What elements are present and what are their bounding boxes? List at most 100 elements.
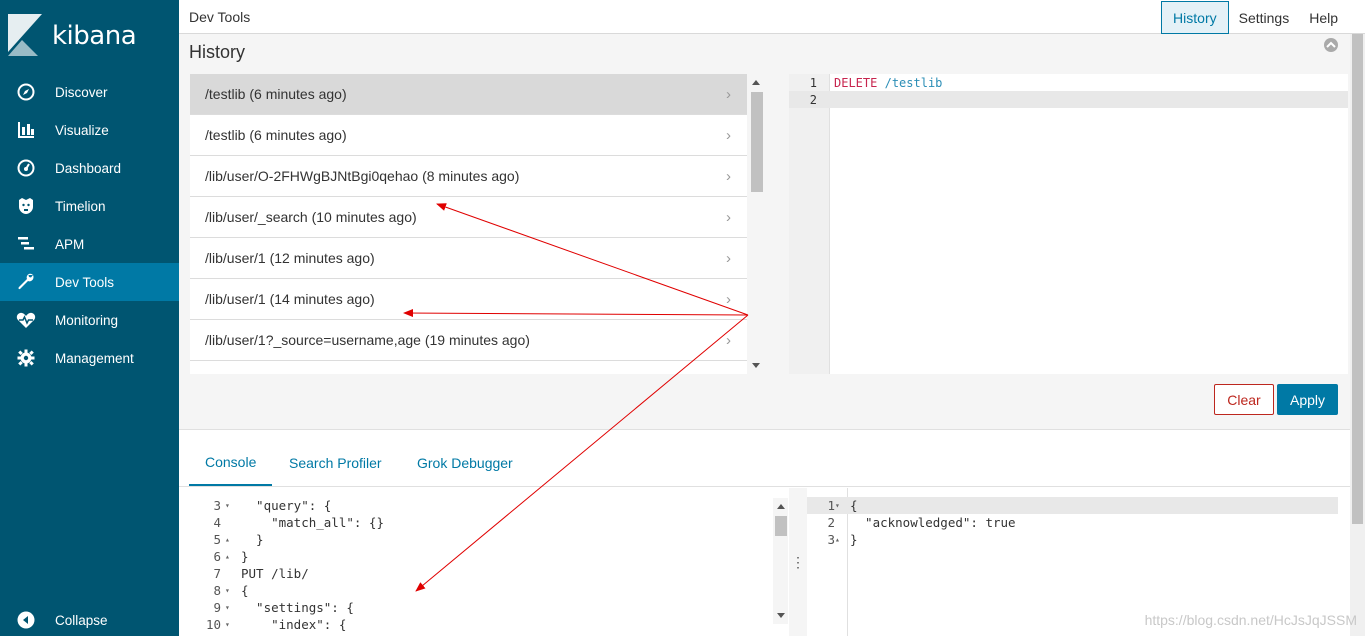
tab-grok-debugger[interactable]: Grok Debugger — [401, 440, 529, 486]
scroll-up-icon[interactable] — [752, 80, 760, 85]
scroll-down-icon[interactable] — [777, 613, 785, 618]
sidebar-item-label: APM — [55, 236, 85, 252]
logo[interactable]: kibana — [8, 14, 137, 58]
scroll-up-icon[interactable] — [777, 504, 785, 509]
output-code: { — [850, 498, 858, 513]
history-item-label: /testlib (6 minutes ago) — [205, 127, 347, 143]
preview-code: DELETE /testlib — [834, 76, 942, 90]
settings-button[interactable]: Settings — [1229, 1, 1300, 34]
output-code: "acknowledged": true — [850, 515, 1016, 530]
history-item[interactable]: /testlib (6 minutes ago) › — [190, 74, 747, 115]
help-button[interactable]: Help — [1299, 1, 1348, 34]
tab-search-profiler[interactable]: Search Profiler — [273, 440, 398, 486]
fold-toggle[interactable]: ▴ — [225, 535, 235, 544]
history-item-label: /lib/user/1 (12 minutes ago) — [205, 250, 375, 266]
editor-line: 8 ▾ { — [179, 582, 249, 599]
fold-toggle[interactable]: ▾ — [225, 501, 235, 510]
scrollbar-thumb[interactable] — [1352, 34, 1363, 524]
editor-line: 4 "match_all": {} — [179, 514, 384, 531]
sidebar-item-label: Dev Tools — [55, 274, 115, 290]
sidebar-item-label: Discover — [55, 84, 108, 100]
sidebar-item-monitoring[interactable]: Monitoring — [0, 301, 179, 339]
editor-line: 6 ▴ } — [179, 548, 249, 565]
dashboard-icon — [16, 158, 36, 178]
fold-toggle[interactable]: ▾ — [835, 501, 845, 510]
history-scrollbar[interactable] — [748, 74, 763, 374]
sidebar-item-label: Visualize — [55, 122, 109, 138]
fold-toggle[interactable]: ▾ — [225, 620, 235, 629]
timelion-icon — [16, 196, 36, 216]
sidebar-item-management[interactable]: Management — [0, 339, 179, 377]
history-list: /testlib (6 minutes ago) › /testlib (6 m… — [190, 74, 747, 374]
http-method: DELETE — [834, 75, 878, 90]
collapse-button[interactable]: Collapse — [0, 601, 179, 636]
sidebar-item-label: Timelion — [55, 198, 106, 214]
sidebar-item-apm[interactable]: APM — [0, 225, 179, 263]
history-item[interactable]: /testlib (6 minutes ago) › — [190, 115, 747, 156]
top-nav: History Settings Help — [1161, 1, 1348, 34]
fold-toggle[interactable]: ▾ — [225, 603, 235, 612]
editor-line: 9 ▾ "settings": { — [179, 599, 353, 616]
sidebar-item-dev-tools[interactable]: Dev Tools — [0, 263, 179, 301]
resize-handle[interactable]: ⋮ — [789, 488, 807, 636]
chevron-right-icon: › — [726, 126, 731, 144]
apm-icon — [16, 234, 36, 254]
scroll-down-icon[interactable] — [752, 363, 760, 368]
compass-icon — [16, 82, 36, 102]
history-preview: 1 DELETE /testlib 2 — [789, 74, 1348, 374]
line-number: 1 — [809, 75, 817, 90]
editor-code: { — [241, 583, 249, 598]
fold-toggle[interactable]: ▾ — [225, 586, 235, 595]
history-item[interactable]: /lib/user/1 (12 minutes ago) › — [190, 238, 747, 279]
history-item[interactable]: /lib/user/1 (14 minutes ago) › — [190, 279, 747, 320]
preview-line: 1 DELETE /testlib — [789, 74, 1348, 91]
sidebar-item-visualize[interactable]: Visualize — [0, 111, 179, 149]
tab-console[interactable]: Console — [189, 440, 273, 486]
history-button[interactable]: History — [1161, 1, 1229, 34]
clear-button[interactable]: Clear — [1214, 384, 1274, 415]
fold-toggle[interactable]: ▴ — [225, 552, 235, 561]
sidebar-item-dashboard[interactable]: Dashboard — [0, 149, 179, 187]
line-number: 5 — [213, 532, 221, 547]
console-editor[interactable]: 3 ▾ "query": { 4 "match_all": {} 5 ▴ } 6… — [179, 488, 789, 636]
line-number: 1 — [827, 498, 835, 513]
line-number: 10 — [205, 617, 221, 632]
tab-bar: Console Search Profiler Grok Debugger — [179, 440, 1365, 487]
editor-line: 3 ▾ "query": { — [179, 497, 331, 514]
editor-scrollbar[interactable] — [773, 498, 788, 624]
history-item-label: /lib/user/1 (14 minutes ago) — [205, 291, 375, 307]
line-number: 2 — [827, 515, 835, 530]
editor-code: } — [241, 549, 249, 564]
history-title: History — [189, 42, 246, 62]
history-item[interactable]: /lib/user/O-2FHWgBJNtBgi0qehao (8 minute… — [190, 156, 747, 197]
preview-line: 2 — [789, 91, 1348, 108]
editor-code: } — [241, 532, 264, 547]
sidebar-item-timelion[interactable]: Timelion — [0, 187, 179, 225]
preview-gutter — [789, 74, 830, 374]
output-line: 1 ▾ { — [807, 497, 1338, 514]
collapse-up-icon[interactable] — [1324, 38, 1338, 52]
drag-handle-icon: ⋮ — [791, 553, 805, 570]
page-scrollbar[interactable] — [1350, 34, 1365, 636]
scrollbar-thumb[interactable] — [751, 92, 763, 192]
output-code: } — [850, 532, 858, 547]
sidebar-item-label: Monitoring — [55, 312, 119, 328]
line-number: 7 — [213, 566, 221, 581]
output-line: 2 "acknowledged": true — [807, 514, 1338, 531]
sidebar-item-discover[interactable]: Discover — [0, 73, 179, 111]
output-line: 3 ▴ } — [807, 531, 1338, 548]
history-item-label: /testlib (6 minutes ago) — [205, 86, 347, 102]
sidebar-item-label: Management — [55, 350, 134, 366]
chevron-right-icon: › — [726, 167, 731, 185]
fold-toggle[interactable]: ▴ — [835, 535, 845, 544]
top-bar: Dev Tools History Settings Help — [179, 0, 1365, 34]
editor-code: PUT /lib/ — [241, 566, 309, 581]
editor-code: "match_all": {} — [241, 515, 384, 530]
history-item[interactable]: /lib/user/_search (10 minutes ago) › — [190, 197, 747, 238]
logo-text: kibana — [52, 21, 137, 51]
kibana-dev-tools: kibana Discover Visualize Dashboard Time… — [0, 0, 1365, 636]
history-item[interactable]: /lib/user/1?_source=username,age (19 min… — [190, 320, 747, 361]
apply-button[interactable]: Apply — [1277, 384, 1338, 415]
line-number: 3 — [827, 532, 835, 547]
scrollbar-thumb[interactable] — [775, 516, 787, 536]
